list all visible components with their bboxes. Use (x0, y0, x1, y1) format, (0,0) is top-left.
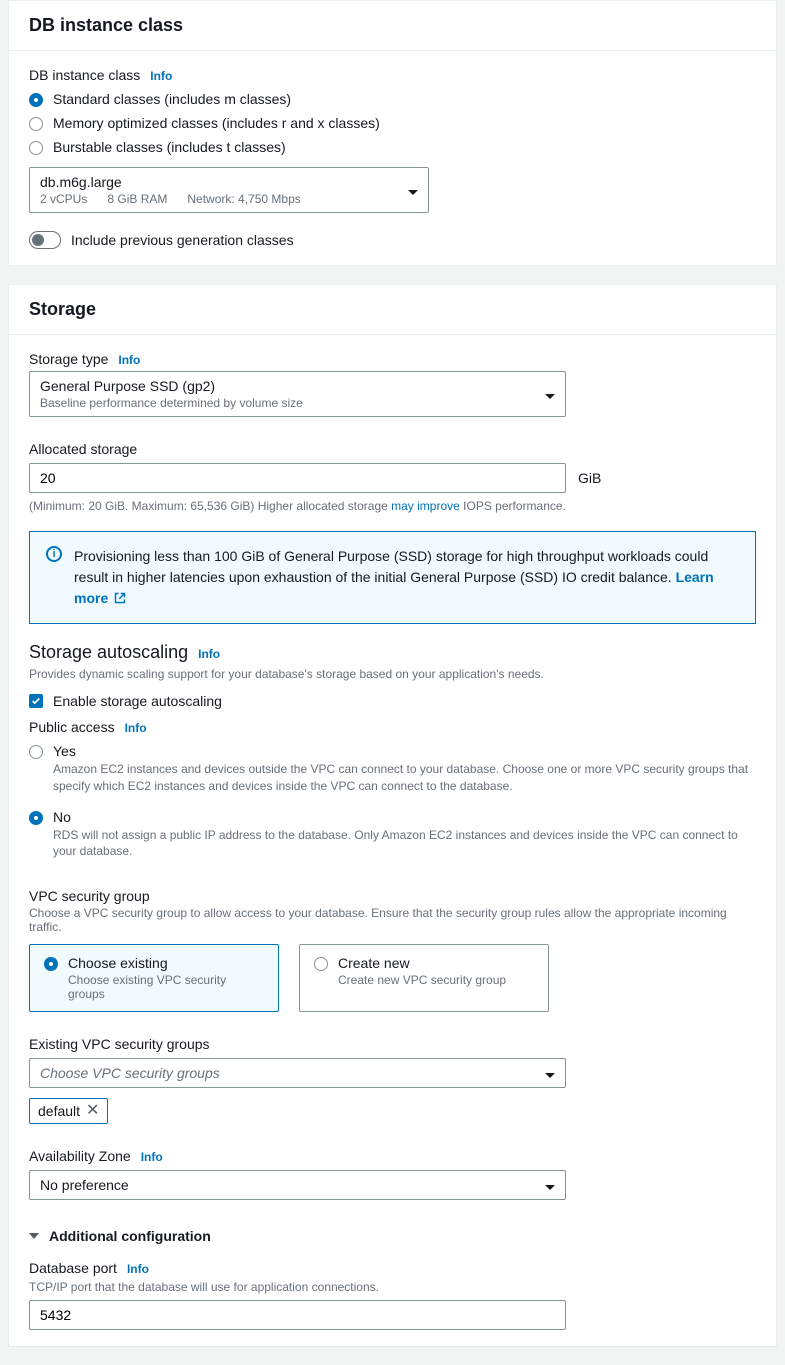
radio-label: Memory optimized classes (includes r and… (53, 115, 380, 131)
storage-autoscaling-title: Storage autoscaling (29, 642, 188, 663)
toggle-label: Include previous generation classes (71, 232, 294, 248)
enable-storage-autoscaling-checkbox-row[interactable]: Enable storage autoscaling (29, 693, 756, 709)
chevron-down-icon (408, 182, 418, 198)
additional-configuration-toggle[interactable]: Additional configuration (29, 1228, 756, 1244)
storage-type-label: Storage type (29, 351, 108, 367)
info-link[interactable]: Info (118, 353, 140, 367)
availability-zone-select[interactable]: No preference (29, 1170, 566, 1200)
panel-body: Storage type Info General Purpose SSD (g… (9, 335, 776, 1346)
radio-icon (29, 745, 43, 759)
radio-public-access-no[interactable]: No RDS will not assign a public IP addre… (29, 805, 756, 865)
radio-burstable-classes[interactable]: Burstable classes (includes t classes) (29, 135, 756, 159)
storage-autoscaling-desc: Provides dynamic scaling support for you… (29, 667, 756, 681)
option-create-new[interactable]: Create new Create new VPC security group (299, 944, 549, 1012)
storage-title: Storage (29, 299, 756, 320)
radio-memory-optimized-classes[interactable]: Memory optimized classes (includes r and… (29, 111, 756, 135)
info-link[interactable]: Info (198, 647, 220, 661)
additional-configuration-title: Additional configuration (49, 1228, 211, 1244)
info-link[interactable]: Info (127, 1262, 149, 1276)
card-desc: Choose existing VPC security groups (68, 973, 264, 1001)
select-primary: No preference (40, 1177, 535, 1193)
select-secondary: Baseline performance determined by volum… (40, 396, 535, 410)
vpc-security-group-label: VPC security group (29, 888, 756, 904)
info-icon: i (46, 546, 62, 562)
panel-body: DB instance class Info Standard classes … (9, 51, 776, 265)
helper-text: IOPS performance. (460, 499, 566, 513)
select-primary: db.m6g.large (40, 174, 398, 190)
radio-icon (29, 117, 43, 131)
info-link[interactable]: Info (150, 69, 172, 83)
helper-text: (Minimum: 20 GiB. Maximum: 65,536 GiB) H… (29, 499, 391, 513)
card-desc: Create new VPC security group (338, 973, 506, 987)
database-port-label: Database port (29, 1260, 117, 1276)
storage-type-select[interactable]: General Purpose SSD (gp2) Baseline perfo… (29, 371, 566, 417)
allocated-storage-helper: (Minimum: 20 GiB. Maximum: 65,536 GiB) H… (29, 499, 756, 513)
database-port-desc: TCP/IP port that the database will use f… (29, 1280, 756, 1294)
option-choose-existing[interactable]: Choose existing Choose existing VPC secu… (29, 944, 279, 1012)
existing-vpc-sg-select[interactable]: Choose VPC security groups (29, 1058, 566, 1088)
radio-label: Yes (53, 743, 756, 759)
alert-text: Provisioning less than 100 GiB of Genera… (74, 546, 739, 609)
allocated-storage-unit: GiB (578, 470, 601, 486)
storage-panel: Storage Storage type Info General Purpos… (8, 284, 777, 1347)
radio-label: No (53, 809, 756, 825)
chip-label: default (38, 1103, 80, 1119)
db-instance-class-select[interactable]: db.m6g.large 2 vCPUs 8 GiB RAM Network: … (29, 167, 429, 213)
panel-header: Storage (9, 285, 776, 335)
radio-icon (29, 141, 43, 155)
radio-standard-classes[interactable]: Standard classes (includes m classes) (29, 87, 756, 111)
security-group-chip-default[interactable]: default ✕ (29, 1098, 108, 1124)
chevron-down-icon (29, 1233, 39, 1239)
radio-label: Standard classes (includes m classes) (53, 91, 291, 107)
card-label: Choose existing (68, 955, 264, 971)
select-secondary: 2 vCPUs 8 GiB RAM Network: 4,750 Mbps (40, 192, 398, 206)
panel-header: DB instance class (9, 1, 776, 51)
info-link[interactable]: Info (141, 1150, 163, 1164)
availability-zone-label: Availability Zone (29, 1148, 131, 1164)
chevron-down-icon (545, 386, 555, 402)
radio-icon (44, 957, 58, 971)
public-access-label: Public access (29, 719, 115, 735)
allocated-storage-input[interactable] (29, 463, 566, 493)
info-link[interactable]: Info (125, 721, 147, 735)
storage-warning-alert: i Provisioning less than 100 GiB of Gene… (29, 531, 756, 624)
may-improve-link[interactable]: may improve (391, 499, 460, 513)
radio-label: Burstable classes (includes t classes) (53, 139, 286, 155)
radio-desc: Amazon EC2 instances and devices outside… (53, 761, 756, 795)
db-instance-class-panel: DB instance class DB instance class Info… (8, 0, 777, 266)
radio-icon (29, 811, 43, 825)
radio-public-access-yes[interactable]: Yes Amazon EC2 instances and devices out… (29, 739, 756, 799)
checkbox-label: Enable storage autoscaling (53, 693, 222, 709)
allocated-storage-label: Allocated storage (29, 441, 137, 457)
external-link-icon (114, 589, 126, 601)
select-primary: General Purpose SSD (gp2) (40, 378, 535, 394)
card-label: Create new (338, 955, 506, 971)
radio-icon (29, 93, 43, 107)
close-icon[interactable]: ✕ (86, 1103, 99, 1119)
db-instance-class-title: DB instance class (29, 15, 756, 36)
chevron-down-icon (545, 1065, 555, 1081)
radio-desc: RDS will not assign a public IP address … (53, 827, 756, 861)
vpc-security-group-desc: Choose a VPC security group to allow acc… (29, 906, 756, 934)
select-placeholder: Choose VPC security groups (40, 1065, 535, 1081)
checkbox-icon (29, 694, 43, 708)
alert-message: Provisioning less than 100 GiB of Genera… (74, 548, 708, 585)
existing-vpc-sg-label: Existing VPC security groups (29, 1036, 756, 1052)
include-previous-generation-toggle[interactable] (29, 231, 61, 249)
chevron-down-icon (545, 1177, 555, 1193)
database-port-input[interactable] (29, 1300, 566, 1330)
db-instance-class-label: DB instance class (29, 67, 140, 83)
radio-icon (314, 957, 328, 971)
